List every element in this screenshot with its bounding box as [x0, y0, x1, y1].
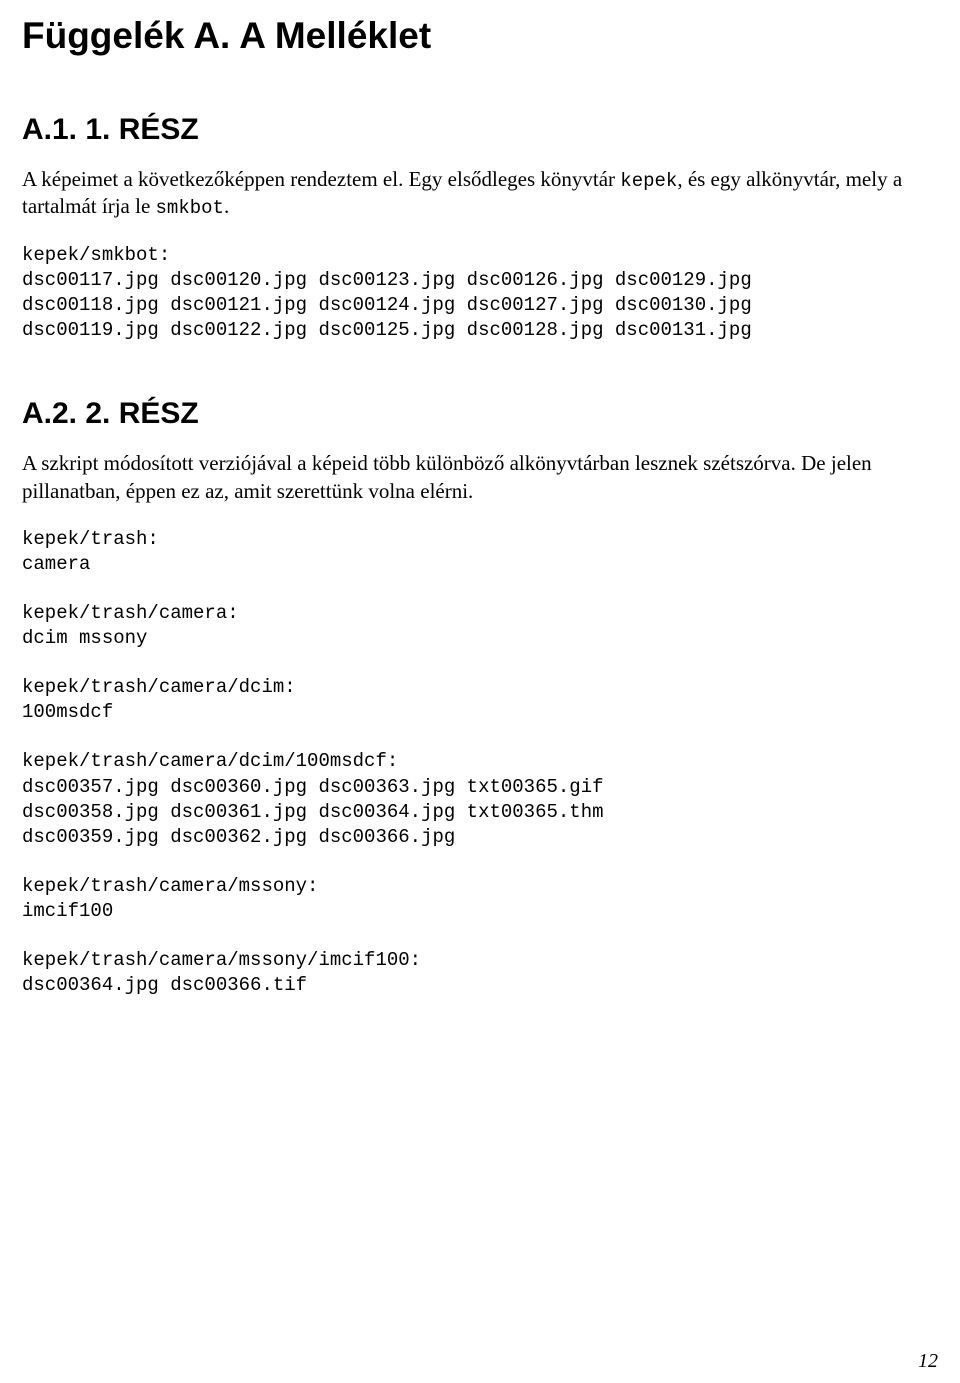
listing-trash: kepek/trash: camera: [22, 527, 938, 577]
page-title: Függelék A. A Melléklet: [22, 16, 938, 57]
listing-100msdcf: kepek/trash/camera/dcim/100msdcf: dsc003…: [22, 749, 938, 849]
listing-smkbot: kepek/smkbot: dsc00117.jpg dsc00120.jpg …: [22, 243, 938, 343]
inline-code: smkbot: [156, 197, 224, 219]
inline-code: kepek: [620, 170, 677, 192]
section-1-paragraph: A képeimet a következőképpen rendeztem e…: [22, 166, 938, 221]
listing-mssony: kepek/trash/camera/mssony: imcif100: [22, 874, 938, 924]
listing-imcif100: kepek/trash/camera/mssony/imcif100: dsc0…: [22, 948, 938, 998]
section-2-paragraph: A szkript módosított verziójával a képei…: [22, 450, 938, 505]
section-1-heading: A.1. 1. RÉSZ: [22, 113, 938, 146]
listing-dcim: kepek/trash/camera/dcim: 100msdcf: [22, 675, 938, 725]
page-number: 12: [918, 1350, 938, 1373]
section-2-heading: A.2. 2. RÉSZ: [22, 397, 938, 430]
text-run: A képeimet a következőképpen rendeztem e…: [22, 167, 620, 191]
text-run: .: [224, 194, 229, 218]
listing-camera: kepek/trash/camera: dcim mssony: [22, 601, 938, 651]
